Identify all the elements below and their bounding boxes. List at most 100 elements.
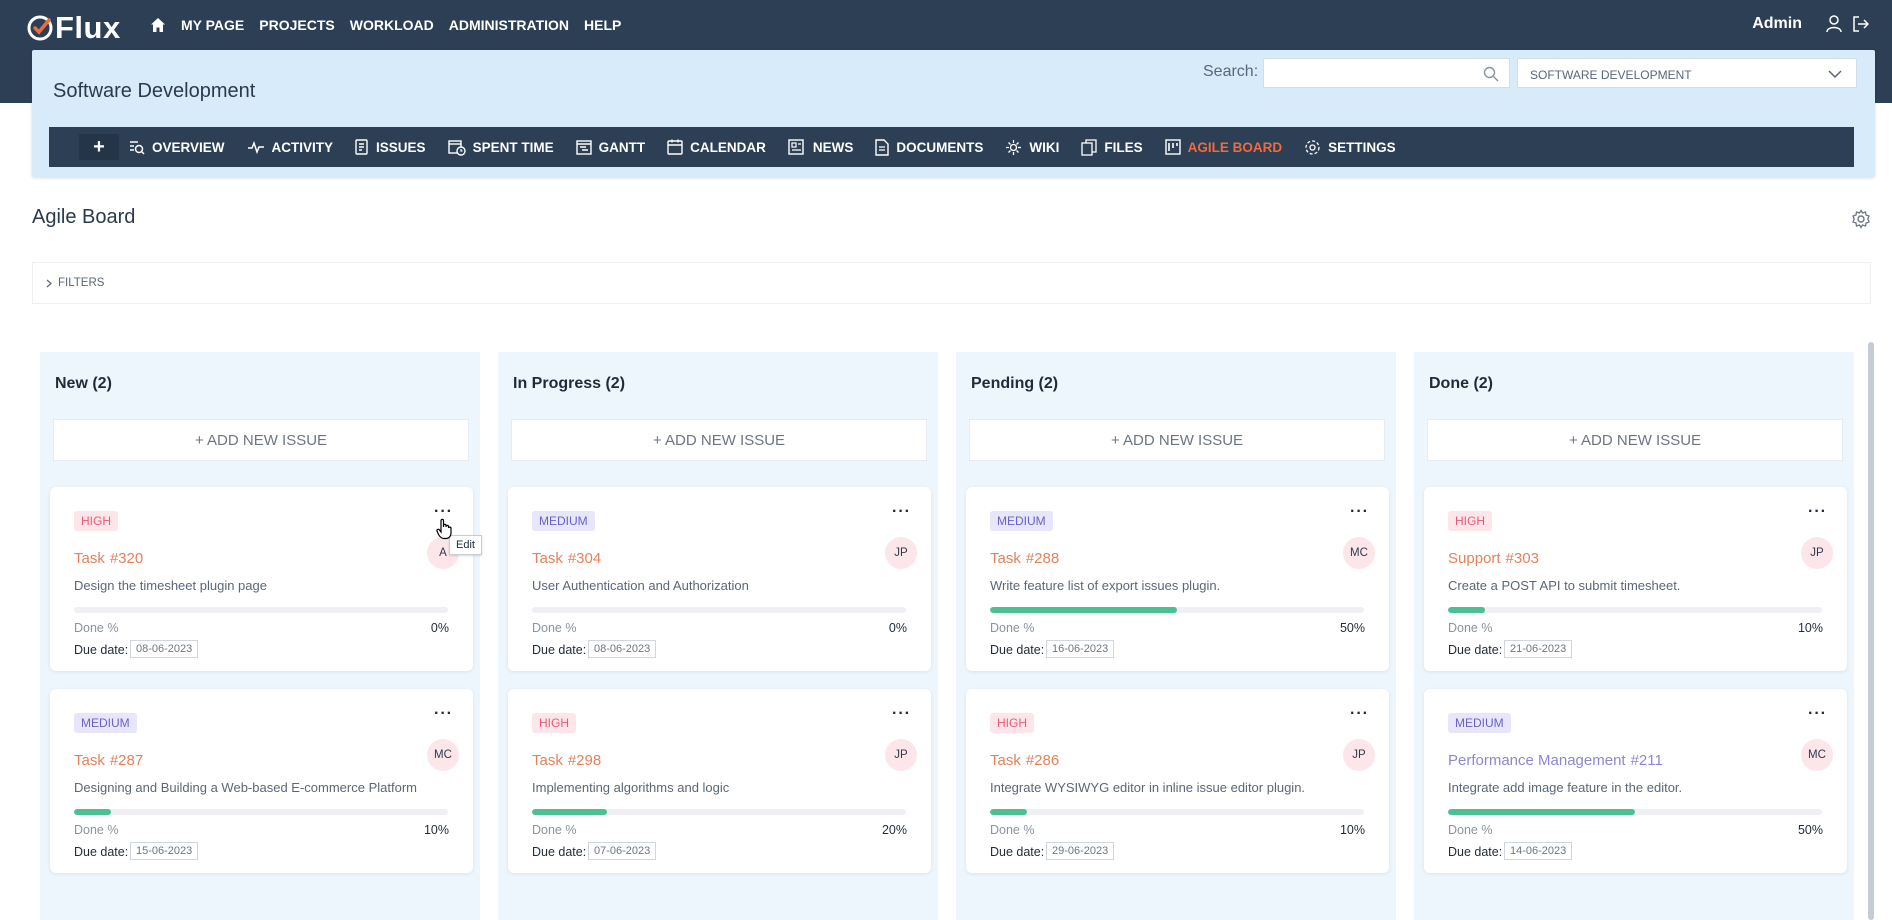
logo-text: Flux [55, 10, 121, 45]
issue-link[interactable]: Performance Management #211 [1448, 752, 1663, 769]
add-new-issue-button[interactable]: + ADD NEW ISSUE [969, 419, 1385, 461]
tab-agile-board[interactable]: AGILE BOARD [1164, 127, 1283, 167]
due-date-value: 16-06-2023 [1046, 640, 1115, 658]
issue-link[interactable]: Task #320 [74, 550, 143, 567]
card-menu-icon[interactable]: ··· [1350, 504, 1369, 520]
tab-issues[interactable]: ISSUES [355, 127, 426, 167]
project-selector-value: SOFTWARE DEVELOPMENT [1530, 68, 1692, 82]
progress-bar [74, 809, 448, 815]
tab-documents[interactable]: DOCUMENTS [875, 127, 983, 167]
search-input[interactable] [1263, 58, 1510, 88]
nav-workload[interactable]: WORKLOAD [350, 17, 434, 33]
due-date-value: 14-06-2023 [1504, 842, 1573, 860]
tab-gantt[interactable]: GANTT [575, 127, 645, 167]
card-menu-icon[interactable]: ··· [1808, 706, 1827, 722]
avatar[interactable]: JP [885, 739, 917, 771]
tab-spent-time[interactable]: SPENT TIME [447, 127, 554, 167]
issue-number: #320 [109, 550, 144, 567]
tab-files-label: FILES [1104, 139, 1143, 155]
progress-bar [532, 607, 906, 613]
card-menu-icon[interactable]: ··· [892, 706, 911, 722]
logout-icon[interactable] [1852, 15, 1870, 33]
priority-badge: MEDIUM [990, 511, 1053, 531]
issue-link[interactable]: Task #288 [990, 550, 1059, 567]
issue-link[interactable]: Support #303 [1448, 550, 1539, 567]
issue-number: #298 [567, 752, 602, 769]
user-icon[interactable] [1826, 15, 1842, 33]
avatar[interactable]: JP [1801, 537, 1833, 569]
nav-my-page[interactable]: MY PAGE [181, 17, 244, 33]
new-item-button[interactable]: + [79, 134, 119, 160]
issue-link[interactable]: Task #286 [990, 752, 1059, 769]
progress-bar [990, 809, 1364, 815]
issue-card[interactable]: MEDIUM ··· MC Task #288 Write feature lis… [966, 487, 1389, 671]
avatar[interactable]: MC [1801, 739, 1833, 771]
progress-bar [532, 809, 906, 815]
add-new-issue-button[interactable]: + ADD NEW ISSUE [53, 419, 469, 461]
progress-fill [990, 607, 1177, 613]
due-date-label: Due date: [74, 643, 129, 657]
issue-card[interactable]: MEDIUM ··· MC Performance Management #211… [1424, 689, 1847, 873]
due-date-label: Due date: [532, 845, 587, 859]
main-nav: MY PAGE PROJECTS WORKLOAD ADMINISTRATION… [150, 17, 636, 33]
tab-activity[interactable]: ACTIVITY [247, 127, 333, 167]
issue-description: Design the timesheet plugin page [74, 578, 267, 593]
page-title: Agile Board [32, 206, 136, 228]
done-percent: 10% [1339, 823, 1365, 837]
column-title: Done (2) [1429, 375, 1493, 392]
tab-agile-board-label: AGILE BOARD [1187, 139, 1283, 155]
priority-badge: HIGH [1448, 511, 1492, 531]
nav-help[interactable]: HELP [584, 17, 621, 33]
issue-card[interactable]: MEDIUM ··· MC Task #287 Designing and Bui… [50, 689, 473, 873]
user-name[interactable]: Admin [1752, 15, 1802, 33]
user-area: Admin [1752, 15, 1870, 33]
tab-calendar[interactable]: CALENDAR [667, 127, 766, 167]
done-label: Done % [532, 823, 577, 837]
tab-overview[interactable]: OVERVIEW [129, 127, 225, 167]
priority-badge: MEDIUM [74, 713, 137, 733]
issue-card[interactable]: HIGH ··· A Task #320 Design the timesheet… [50, 487, 473, 671]
card-menu-icon[interactable]: ··· [1350, 706, 1369, 722]
avatar[interactable]: JP [1343, 739, 1375, 771]
card-menu-icon[interactable]: ··· [1808, 504, 1827, 520]
issue-number: #211 [1630, 752, 1663, 769]
tab-documents-label: DOCUMENTS [896, 139, 984, 155]
due-date-label: Due date: [532, 643, 587, 657]
nav-projects[interactable]: PROJECTS [259, 17, 334, 33]
avatar[interactable]: MC [427, 739, 459, 771]
issue-card[interactable]: MEDIUM ··· JP Task #304 User Authenticati… [508, 487, 931, 671]
project-selector[interactable]: SOFTWARE DEVELOPMENT [1517, 58, 1857, 88]
filters-toggle[interactable]: FILTERS [32, 262, 1871, 304]
issue-link[interactable]: Task #304 [532, 550, 601, 567]
issue-card[interactable]: HIGH ··· JP Task #286 Integrate WYSIWYG e… [966, 689, 1389, 873]
tab-settings[interactable]: SETTINGS [1304, 127, 1396, 167]
issue-number: #286 [1025, 752, 1060, 769]
issue-card[interactable]: HIGH ··· JP Task #298 Implementing algori… [508, 689, 931, 873]
issue-description: Integrate add image feature in the edito… [1448, 780, 1683, 795]
card-menu-icon[interactable]: ··· [434, 706, 453, 722]
tab-wiki[interactable]: WIKI [1005, 127, 1059, 167]
tab-files[interactable]: FILES [1081, 127, 1143, 167]
issue-link[interactable]: Task #298 [532, 752, 601, 769]
card-menu-icon[interactable]: ··· [892, 504, 911, 520]
done-label: Done % [990, 621, 1035, 635]
avatar[interactable]: MC [1343, 537, 1375, 569]
home-icon[interactable] [150, 17, 166, 33]
gear-icon[interactable] [1851, 209, 1871, 229]
add-new-issue-button[interactable]: + ADD NEW ISSUE [511, 419, 927, 461]
project-title: Software Development [53, 80, 256, 102]
page-scrollbar[interactable] [1868, 342, 1874, 920]
issue-card[interactable]: HIGH ··· JP Support #303 Create a POST AP… [1424, 487, 1847, 671]
done-label: Done % [990, 823, 1035, 837]
avatar[interactable]: JP [885, 537, 917, 569]
tab-issues-label: ISSUES [376, 139, 426, 155]
tab-news[interactable]: NEWS [788, 127, 853, 167]
issue-link[interactable]: Task #287 [74, 752, 143, 769]
add-new-issue-button[interactable]: + ADD NEW ISSUE [1427, 419, 1843, 461]
logo[interactable]: Flux [27, 10, 121, 46]
search-icon[interactable] [1483, 66, 1499, 82]
files-icon [1081, 138, 1097, 156]
nav-administration[interactable]: ADMINISTRATION [449, 17, 569, 33]
done-label: Done % [1448, 823, 1493, 837]
card-menu-icon[interactable]: ··· [434, 504, 453, 520]
